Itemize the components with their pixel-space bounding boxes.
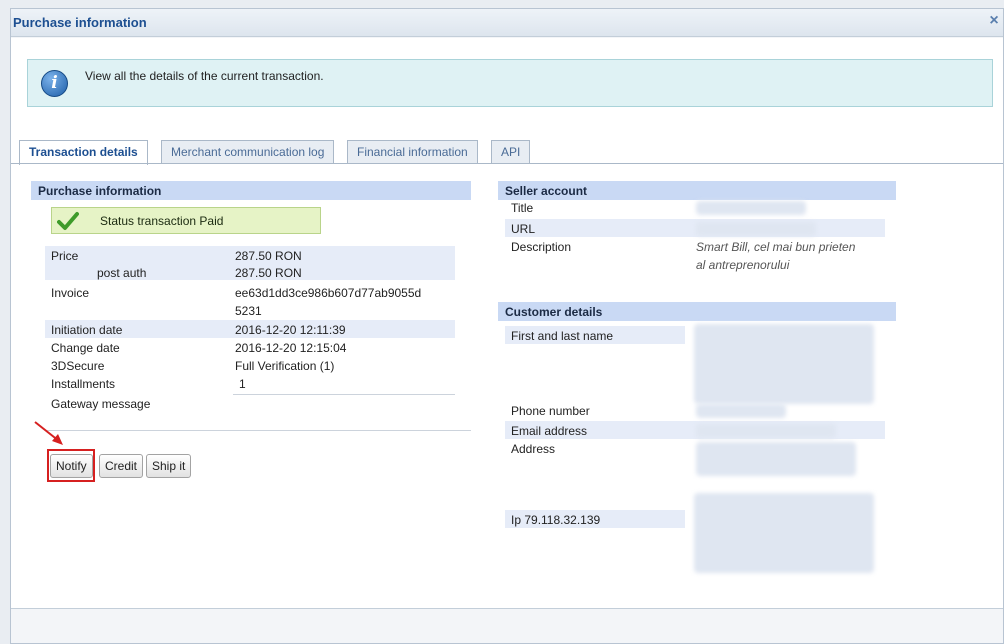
address-redacted — [696, 442, 856, 476]
seller-description-label: Description — [511, 240, 572, 254]
info-banner: i View all the details of the current tr… — [27, 59, 993, 107]
seller-url-band — [505, 219, 885, 237]
ip-label: Ip 79.118.32.139 — [511, 513, 601, 527]
seller-title-redacted — [696, 201, 806, 215]
phone-number-label: Phone number — [511, 404, 590, 418]
ip-details-redacted — [694, 493, 874, 573]
tab-merchant-communication-log[interactable]: Merchant communication log — [161, 140, 335, 164]
close-icon[interactable]: × — [986, 13, 1002, 30]
ship-it-button[interactable]: Ship it — [146, 454, 192, 478]
installments-divider — [233, 394, 455, 395]
tab-underline — [11, 163, 1003, 164]
initiation-date-label: Initiation date — [51, 323, 123, 337]
check-icon — [57, 212, 79, 230]
initiation-date-value: 2016-12-20 12:11:39 — [235, 323, 346, 337]
seller-description-line2: al antreprenorului — [696, 258, 790, 272]
tab-transaction-details[interactable]: Transaction details — [19, 140, 148, 165]
post-auth-value: 287.50 RON — [235, 266, 302, 280]
installments-label: Installments — [51, 377, 116, 391]
address-label: Address — [511, 442, 556, 456]
customer-section-heading: Customer details — [498, 302, 896, 321]
seller-url-redacted — [696, 222, 816, 236]
notify-highlight — [47, 449, 95, 482]
tab-api[interactable]: API — [491, 140, 531, 164]
installments-value: 1 — [239, 377, 246, 391]
invoice-label: Invoice — [51, 286, 90, 300]
post-auth-label: post auth — [97, 266, 147, 280]
tab-financial-information[interactable]: Financial information — [347, 140, 478, 164]
purchase-dialog: Purchase information i View all the deta… — [10, 8, 1004, 644]
status-text: Status transaction Paid — [100, 214, 224, 228]
customer-name-redacted — [694, 324, 874, 404]
seller-title-label: Title — [511, 201, 534, 215]
credit-button[interactable]: Credit — [99, 454, 144, 478]
gateway-message-label: Gateway message — [51, 397, 151, 411]
invoice-value: ee63d1dd3ce986b607d77ab9055d — [235, 286, 422, 300]
email-address-label: Email address — [511, 424, 588, 438]
change-date-label: Change date — [51, 341, 120, 355]
annotation-arrow-icon — [34, 421, 63, 445]
invoice-value-continued: 5231 — [235, 304, 262, 318]
dialog-content: i View all the details of the current tr… — [11, 38, 1003, 609]
price-value: 287.50 RON — [235, 249, 302, 263]
customer-name-label: First and last name — [511, 329, 614, 343]
section-divider — [45, 430, 471, 431]
purchase-section-heading: Purchase information — [31, 181, 471, 200]
change-date-value: 2016-12-20 12:15:04 — [235, 341, 347, 355]
dialog-titlebar: Purchase information — [11, 9, 1003, 37]
status-badge: Status transaction Paid — [51, 207, 321, 234]
price-label: Price — [51, 249, 79, 263]
3dsecure-label: 3DSecure — [51, 359, 105, 373]
seller-url-label: URL — [511, 222, 536, 236]
phone-number-redacted — [696, 404, 786, 418]
seller-description-line1: Smart Bill, cel mai bun prieten — [696, 240, 856, 254]
3dsecure-value: Full Verification (1) — [235, 359, 335, 373]
info-icon: i — [41, 70, 68, 97]
seller-section-heading: Seller account — [498, 181, 896, 200]
email-address-redacted — [696, 424, 836, 438]
dialog-title: Purchase information — [13, 15, 147, 30]
info-text: View all the details of the current tran… — [85, 69, 324, 83]
